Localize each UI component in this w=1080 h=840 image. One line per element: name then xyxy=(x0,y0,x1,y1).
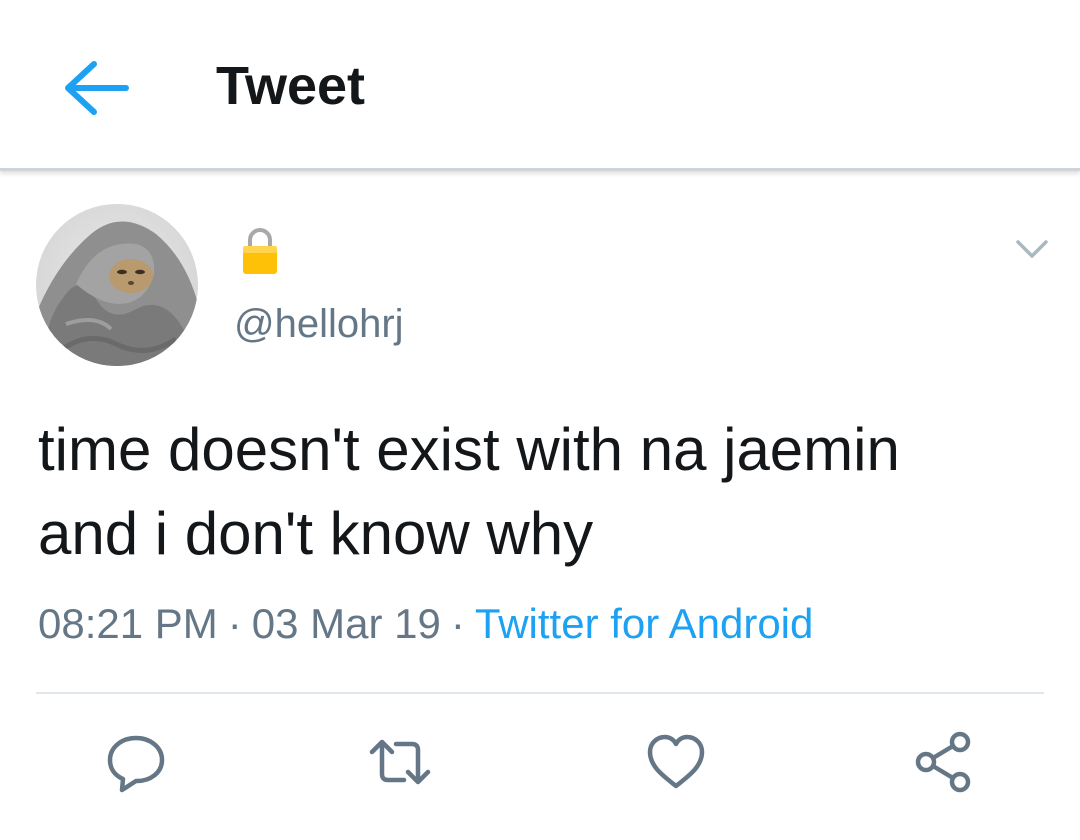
separator: · xyxy=(450,600,465,647)
chevron-down-icon[interactable] xyxy=(1012,230,1052,270)
page-title: Tweet xyxy=(216,56,366,116)
separator: · xyxy=(227,600,242,647)
tweet-metadata: 08:21 PM · 03 Mar 19 · Twitter for Android xyxy=(38,598,813,650)
share-button[interactable] xyxy=(912,730,976,794)
reply-icon xyxy=(107,735,165,793)
like-button[interactable] xyxy=(644,730,708,794)
lock-icon xyxy=(240,226,280,276)
share-icon xyxy=(915,731,971,793)
back-button[interactable] xyxy=(56,48,136,128)
retweet-button[interactable] xyxy=(368,730,432,794)
tweet-date: 03 Mar 19 xyxy=(251,600,441,647)
arrow-left-icon xyxy=(65,61,129,115)
heart-icon xyxy=(647,734,705,789)
divider xyxy=(36,692,1044,694)
tweet-text-line: time doesn't exist with na jaemin xyxy=(38,416,900,483)
tweet-text: time doesn't exist with na jaemin and i … xyxy=(38,408,1048,576)
avatar-image xyxy=(36,204,198,366)
retweet-icon xyxy=(369,739,431,785)
tweet-source-link[interactable]: Twitter for Android xyxy=(475,600,813,647)
tweet-time: 08:21 PM xyxy=(38,600,218,647)
tweet-text-line: and i don't know why xyxy=(38,500,594,567)
avatar[interactable] xyxy=(36,204,198,366)
top-app-bar: Tweet xyxy=(0,0,1080,171)
reply-button[interactable] xyxy=(104,730,168,794)
author-handle[interactable]: @hellohrj xyxy=(234,300,404,348)
